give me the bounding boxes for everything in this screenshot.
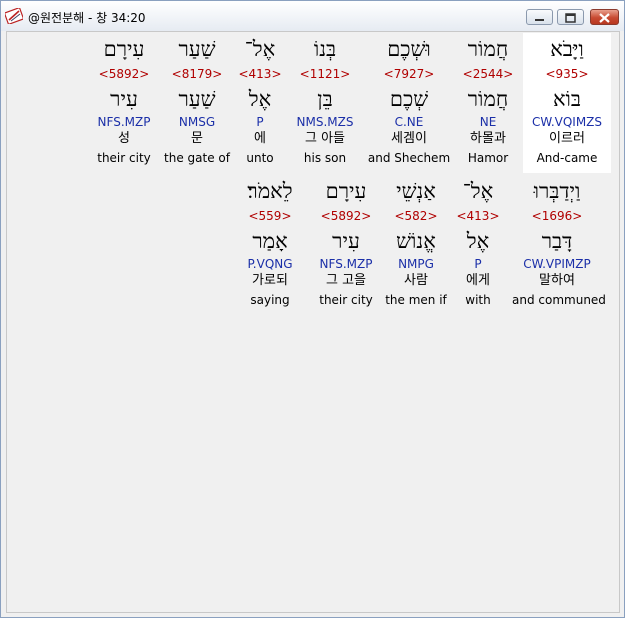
strong-number: <7927>	[383, 67, 435, 81]
close-button[interactable]	[590, 9, 619, 25]
english-gloss: and Shechem	[367, 151, 451, 165]
hebrew-word: עִירָם	[103, 37, 145, 61]
english-gloss: Hamor	[467, 151, 509, 165]
korean-gloss: 성	[118, 131, 130, 146]
strong-number: <2544>	[462, 67, 514, 81]
close-icon	[599, 13, 610, 23]
lexical-form: דָּבַר	[541, 229, 573, 253]
korean-gloss: 말하여	[539, 273, 575, 288]
lexical-form: שְׁכֶם	[389, 87, 429, 111]
lexical-form: חֲמוֹר	[467, 87, 509, 111]
english-gloss: their city	[97, 151, 151, 165]
morphology-code: P.VQNG	[247, 257, 293, 271]
korean-gloss: 이르러	[549, 131, 585, 146]
strong-number: <559>	[248, 209, 292, 223]
window-title: @원전분해 - 창 34:20	[28, 11, 146, 25]
hebrew-word: חֲמוֹר	[467, 37, 509, 61]
hebrew-word: וַיָּבֹא	[550, 37, 584, 61]
english-gloss: saying	[250, 293, 290, 307]
maximize-icon	[565, 13, 576, 23]
minimize-button[interactable]	[526, 9, 553, 25]
strong-number: <935>	[545, 67, 589, 81]
hebrew-word: וּשְׁכֶם	[387, 37, 431, 61]
title-bar[interactable]: @원전분해 - 창 34:20	[1, 1, 624, 31]
hebrew-word: וַיְדַבְּרוּ	[533, 179, 581, 203]
app-logo-icon	[5, 8, 23, 24]
morphology-code: NFS.MZP	[97, 115, 151, 129]
korean-gloss: 세겜이	[391, 131, 427, 146]
strong-number: <1696>	[531, 209, 583, 223]
morphology-code: CW.VQIMZS	[531, 115, 603, 129]
korean-gloss: 하몰과	[470, 131, 506, 146]
hebrew-word: לֵאמֹר׃	[247, 179, 293, 203]
minimize-icon	[535, 19, 544, 21]
korean-gloss: 가로되	[252, 273, 288, 288]
english-gloss: And-came	[536, 151, 598, 165]
morphology-code: C.NE	[394, 115, 424, 129]
morphology-code: CW.VPIMZP	[523, 257, 591, 271]
lexical-form: בּוֹא	[552, 87, 582, 111]
app-window: @원전분해 - 창 34:20 וַיָּבֹא <935> בּוֹא CW.VQI…	[0, 0, 625, 618]
lexical-form: עִיר	[110, 87, 138, 111]
morphology-code: NE	[479, 115, 497, 129]
english-gloss: and communed	[512, 293, 606, 307]
strong-number: <5892>	[98, 67, 150, 81]
lexical-form: אָמַר	[252, 229, 288, 253]
maximize-button[interactable]	[557, 9, 584, 25]
